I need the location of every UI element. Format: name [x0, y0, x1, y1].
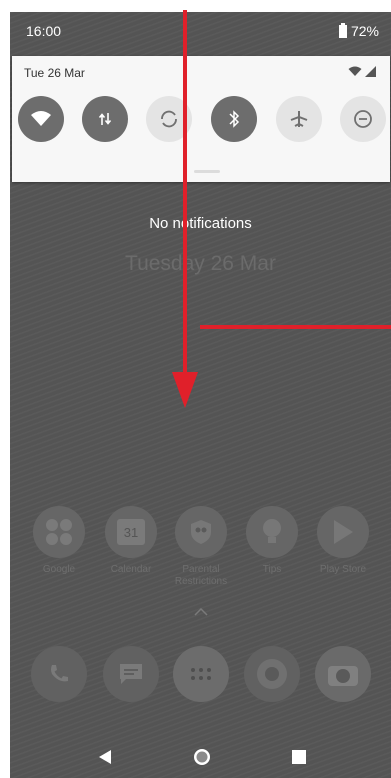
app-google[interactable]: Google [24, 506, 94, 576]
wifi-tile[interactable] [18, 96, 64, 142]
app-tips[interactable]: Tips [237, 506, 307, 576]
wifi-status-icon [348, 66, 362, 76]
camera-icon [315, 646, 371, 702]
app-label-play-store: Play Store [319, 564, 367, 575]
mobile-data-tile[interactable] [82, 96, 128, 142]
auto-rotate-icon [161, 110, 177, 128]
status-time: 16:00 [26, 23, 62, 39]
app-play-store[interactable]: Play Store [308, 506, 378, 576]
quick-settings-panel: Tue 26 Mar [12, 56, 390, 182]
dock-app-drawer[interactable] [166, 646, 236, 702]
bluetooth-tile[interactable] [211, 96, 257, 142]
messages-icon [103, 646, 159, 702]
phone-icon [31, 646, 87, 702]
navigation-bar [10, 734, 391, 778]
home-icon [194, 749, 210, 765]
app-label-parental-restrictions: Parental Restrictions [174, 564, 228, 587]
chrome-icon [244, 646, 300, 702]
play-store-icon [317, 506, 369, 558]
recents-button[interactable] [288, 746, 310, 768]
quick-settings-date: Tue 26 Mar [24, 66, 85, 80]
do-not-disturb-icon [354, 110, 372, 128]
app-drawer-icon [173, 646, 229, 702]
quick-settings-drag-handle[interactable] [194, 170, 220, 173]
recents-icon [292, 750, 306, 764]
dock-messages[interactable] [96, 646, 166, 702]
chevron-up-icon[interactable] [194, 608, 208, 616]
battery-icon [338, 22, 347, 38]
back-button[interactable] [94, 746, 116, 768]
airplane-mode-icon [290, 111, 308, 127]
screen: 16:00 72% Tue 26 Mar No notifications Tu… [10, 12, 391, 778]
phone-frame: 16:00 72% Tue 26 Mar No notifications Tu… [0, 0, 391, 778]
auto-rotate-tile[interactable] [146, 96, 192, 142]
quick-settings-tiles [18, 96, 386, 146]
mobile-data-icon [98, 113, 112, 125]
google-folder-icon [33, 506, 85, 558]
app-parental-restrictions[interactable]: Parental Restrictions [166, 506, 236, 588]
battery-percent: 72% [350, 23, 379, 39]
app-label-calendar: Calendar [110, 564, 152, 575]
tips-icon [246, 506, 298, 558]
parental-restrictions-icon [175, 506, 227, 558]
lock-screen-date: Tuesday 26 Mar [125, 252, 276, 275]
calendar-badge: 31 [117, 519, 145, 545]
app-label-google: Google [42, 564, 76, 575]
airplane-mode-tile[interactable] [276, 96, 322, 142]
status-right: 72% [338, 22, 379, 39]
status-bar: 16:00 72% [10, 12, 391, 52]
no-notifications-text: No notifications [149, 215, 252, 232]
calendar-icon: 31 [105, 506, 157, 558]
bluetooth-icon [229, 110, 240, 128]
dock-phone[interactable] [24, 646, 94, 702]
cell-signal-icon [365, 66, 376, 77]
dock-camera[interactable] [308, 646, 378, 702]
back-icon [99, 750, 111, 764]
wifi-icon [31, 111, 51, 126]
dock-chrome[interactable] [237, 646, 307, 702]
app-label-tips: Tips [262, 564, 282, 575]
app-calendar[interactable]: 31 Calendar [96, 506, 166, 576]
do-not-disturb-tile[interactable] [340, 96, 386, 142]
home-button[interactable] [191, 746, 213, 768]
qs-signal-indicators [348, 66, 376, 77]
